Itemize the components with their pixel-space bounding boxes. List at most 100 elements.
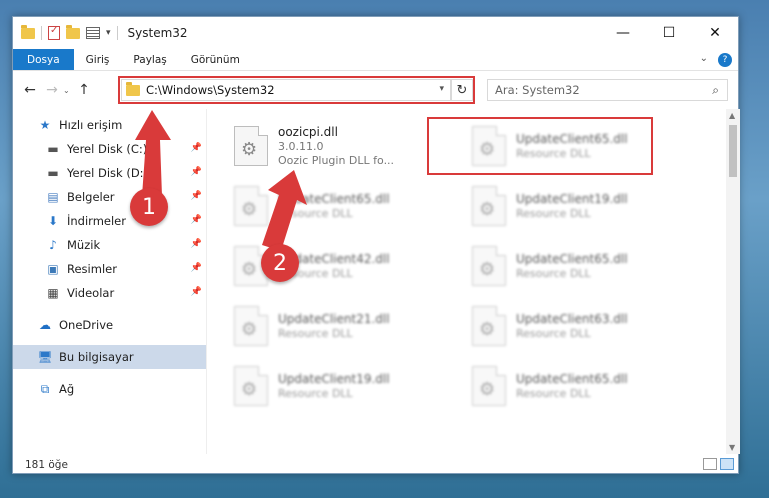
- nav-network[interactable]: ⧉ Ağ: [13, 377, 206, 401]
- search-placeholder: Ara: System32: [495, 83, 580, 97]
- ribbon-tabs: Dosya Giriş Paylaş Görünüm ⌄ ?: [13, 49, 738, 71]
- file-item-oozicpi[interactable]: ⚙ oozicpi.dll 3.0.11.0 Oozic Plugin DLL …: [234, 121, 394, 171]
- nav-this-pc[interactable]: 🖥 Bu bilgisayar: [13, 345, 206, 369]
- rename-icon[interactable]: [86, 27, 100, 39]
- explorer-window: ▾ System32 — ☐ ✕ Dosya Giriş Paylaş Görü…: [12, 16, 740, 475]
- status-bar: 181 öğe: [13, 454, 740, 475]
- nav-label: İndirmeler: [67, 214, 126, 228]
- file-description: Resource DLL: [516, 387, 591, 400]
- file-item[interactable]: ⚙ UpdateClient42.dll Resource DLL: [234, 241, 390, 291]
- recent-locations-icon[interactable]: ⌄: [63, 86, 73, 95]
- file-name: UpdateClient19.dll: [516, 192, 628, 206]
- dll-file-icon: ⚙: [472, 306, 506, 346]
- file-description: Resource DLL: [516, 327, 591, 340]
- address-row: ← → ⌄ ↑ C:\Windows\System32 ▾ ↻ Ara: Sys…: [13, 71, 738, 109]
- gear-icon: ⚙: [479, 199, 496, 220]
- pin-icon: 📌: [190, 143, 202, 153]
- nav-local-disk-c[interactable]: ▬ Yerel Disk (C:) 📌: [13, 137, 206, 161]
- address-dropdown-icon[interactable]: ▾: [439, 84, 444, 94]
- window-title: System32: [127, 26, 188, 40]
- search-input[interactable]: Ara: System32 ⌕: [487, 79, 728, 101]
- up-button[interactable]: ↑: [73, 82, 95, 98]
- nav-music[interactable]: ♪ Müzik 📌: [13, 233, 206, 257]
- address-path: C:\Windows\System32: [146, 83, 275, 97]
- nav-pictures[interactable]: ▣ Resimler 📌: [13, 257, 206, 281]
- file-item[interactable]: ⚙ UpdateClient65.dll Resource DLL: [234, 181, 390, 231]
- nav-downloads[interactable]: ⬇ İndirmeler 📌: [13, 209, 206, 233]
- nav-local-disk-d[interactable]: ▬ Yerel Disk (D:) 📌: [13, 161, 206, 185]
- file-item[interactable]: ⚙ UpdateClient21.dll Resource DLL: [234, 301, 390, 351]
- expand-ribbon-icon[interactable]: ⌄: [700, 53, 708, 67]
- file-item[interactable]: ⚙ UpdateClient65.dll Resource DLL: [472, 121, 628, 171]
- file-item[interactable]: ⚙ UpdateClient65.dll Resource DLL: [472, 361, 628, 411]
- dll-file-icon: ⚙: [472, 126, 506, 166]
- computer-icon: 🖥: [37, 350, 53, 364]
- file-item[interactable]: ⚙ UpdateClient65.dll Resource DLL: [472, 241, 628, 291]
- gear-icon: ⚙: [241, 199, 258, 220]
- customize-dropdown-icon[interactable]: ▾: [106, 28, 111, 38]
- dll-file-icon: ⚙: [234, 366, 268, 406]
- dll-file-icon: ⚙: [472, 186, 506, 226]
- pin-icon: 📌: [190, 191, 202, 201]
- file-description: Oozic Plugin DLL fo...: [278, 154, 395, 167]
- help-icon[interactable]: ?: [718, 53, 732, 67]
- tab-home[interactable]: Giriş: [74, 49, 122, 70]
- nav-label: Yerel Disk (D:): [67, 166, 149, 180]
- nav-label: Bu bilgisayar: [59, 350, 134, 364]
- minimize-button[interactable]: —: [600, 17, 646, 49]
- quick-access-toolbar: ▾: [21, 24, 118, 40]
- new-folder-icon[interactable]: [66, 24, 80, 39]
- pin-icon: 📌: [190, 239, 202, 249]
- nav-label: Yerel Disk (C:): [67, 142, 148, 156]
- forward-button[interactable]: →: [41, 82, 63, 98]
- file-name: UpdateClient65.dll: [516, 252, 628, 266]
- gear-icon: ⚙: [241, 139, 258, 160]
- maximize-button[interactable]: ☐: [646, 17, 692, 49]
- search-icon[interactable]: ⌕: [712, 83, 719, 98]
- gear-icon: ⚙: [479, 379, 496, 400]
- file-name: UpdateClient65.dll: [516, 372, 628, 386]
- videos-icon: ▦: [47, 286, 59, 300]
- tiles-view-icon[interactable]: [720, 458, 734, 470]
- file-description: Resource DLL: [516, 267, 591, 280]
- scroll-thumb[interactable]: [729, 125, 737, 177]
- dll-file-icon: ⚙: [234, 186, 268, 226]
- tab-file[interactable]: Dosya: [13, 49, 74, 70]
- drive-icon: ▬: [47, 166, 59, 180]
- file-name: UpdateClient65.dll: [278, 192, 390, 206]
- dll-file-icon: ⚙: [234, 306, 268, 346]
- documents-icon: ▤: [47, 190, 59, 204]
- nav-onedrive[interactable]: ☁ OneDrive: [13, 313, 206, 337]
- folder-icon[interactable]: [21, 24, 35, 39]
- file-description: Resource DLL: [278, 207, 353, 220]
- network-icon: ⧉: [40, 381, 50, 396]
- file-description: Resource DLL: [278, 327, 353, 340]
- close-button[interactable]: ✕: [692, 17, 738, 49]
- refresh-button[interactable]: ↻: [451, 79, 473, 101]
- scroll-down-icon[interactable]: ▼: [729, 443, 735, 452]
- gear-icon: ⚙: [479, 139, 496, 160]
- nav-documents[interactable]: ▤ Belgeler 📌: [13, 185, 206, 209]
- file-item[interactable]: ⚙ UpdateClient19.dll Resource DLL: [234, 361, 390, 411]
- annotation-step-1: 1: [130, 188, 168, 226]
- nav-quick-access[interactable]: ★ Hızlı erişim: [13, 113, 206, 137]
- tab-view[interactable]: Görünüm: [179, 49, 252, 70]
- nav-label: Hızlı erişim: [59, 118, 123, 132]
- address-bar[interactable]: C:\Windows\System32 ▾: [121, 79, 451, 101]
- details-view-icon[interactable]: [703, 458, 717, 470]
- properties-check-icon[interactable]: [48, 25, 60, 40]
- nav-label: Müzik: [67, 238, 101, 252]
- back-button[interactable]: ←: [19, 82, 41, 98]
- file-list: ⚙ oozicpi.dll 3.0.11.0 Oozic Plugin DLL …: [207, 109, 740, 454]
- tab-share[interactable]: Paylaş: [121, 49, 178, 70]
- item-count: 181 öğe: [25, 458, 68, 471]
- nav-videos[interactable]: ▦ Videolar 📌: [13, 281, 206, 305]
- vertical-scrollbar[interactable]: ▲ ▼: [726, 109, 740, 454]
- file-item[interactable]: ⚙ UpdateClient63.dll Resource DLL: [472, 301, 628, 351]
- onedrive-icon: ☁: [39, 318, 51, 332]
- scroll-up-icon[interactable]: ▲: [729, 111, 735, 120]
- file-item[interactable]: ⚙ UpdateClient19.dll Resource DLL: [472, 181, 628, 231]
- gear-icon: ⚙: [479, 259, 496, 280]
- download-icon: ⬇: [47, 214, 59, 228]
- dll-file-icon: ⚙: [472, 246, 506, 286]
